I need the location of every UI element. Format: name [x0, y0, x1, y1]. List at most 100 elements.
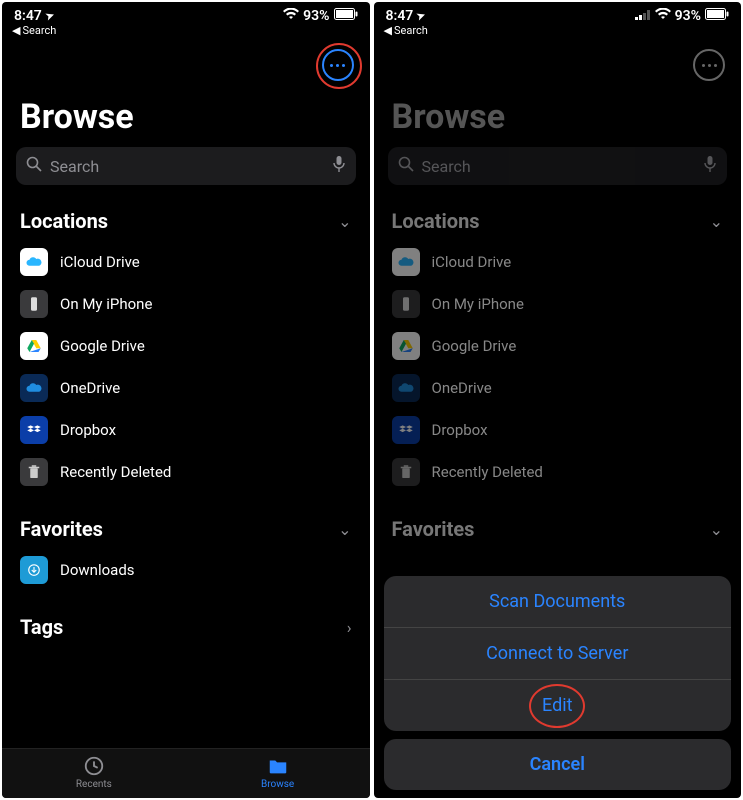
list-item-label: Google Drive — [432, 337, 517, 355]
onedrive-icon — [392, 374, 420, 402]
ellipsis-icon — [702, 64, 717, 67]
list-item-label: OneDrive — [60, 379, 120, 397]
favorites-label: Favorites — [392, 517, 475, 541]
chevron-down-icon: ⌄ — [710, 212, 723, 231]
wifi-icon — [655, 8, 671, 24]
back-label: Search — [394, 24, 428, 37]
battery-icon — [334, 8, 358, 24]
status-time: 8:47 — [386, 8, 414, 24]
sheet-scan-documents[interactable]: Scan Documents — [384, 576, 732, 627]
battery-percent: 93% — [675, 8, 701, 24]
search-icon — [398, 156, 414, 176]
location-dropbox[interactable]: Dropbox — [2, 409, 370, 451]
list-item-label: Google Drive — [60, 337, 145, 355]
list-item-label: On My iPhone — [432, 295, 524, 313]
battery-percent: 93% — [303, 8, 329, 24]
downloads-folder-icon — [20, 556, 48, 584]
search-input — [422, 157, 696, 176]
search-input[interactable] — [50, 157, 324, 176]
sheet-edit-label: Edit — [542, 695, 572, 716]
onedrive-icon — [20, 374, 48, 402]
action-sheet-cancel-group: Cancel — [384, 739, 732, 790]
action-sheet-group: Scan Documents Connect to Server Edit — [384, 576, 732, 731]
page-title: Browse — [374, 87, 742, 147]
location-google-drive[interactable]: Google Drive — [2, 325, 370, 367]
icloud-icon — [392, 248, 420, 276]
list-item-label: iCloud Drive — [60, 253, 140, 271]
dropbox-icon — [20, 416, 48, 444]
location-onedrive: OneDrive — [374, 367, 742, 409]
favorites-header: Favorites ⌄ — [374, 509, 742, 549]
status-bar: 8:47 ➤ 93% — [374, 2, 742, 24]
page-title: Browse — [2, 87, 370, 147]
dropbox-icon — [392, 416, 420, 444]
list-item-label: Dropbox — [60, 421, 116, 439]
chevron-down-icon: ⌄ — [338, 520, 351, 539]
list-item-label: Downloads — [60, 561, 135, 579]
search-bar[interactable] — [16, 147, 356, 185]
tab-bar: Recents Browse — [2, 748, 370, 798]
location-recently-deleted: Recently Deleted — [374, 451, 742, 493]
back-to-search[interactable]: ◀ Search — [374, 24, 742, 41]
mic-icon — [703, 155, 717, 177]
chevron-down-icon: ⌄ — [710, 520, 723, 539]
chevron-right-icon: › — [347, 618, 352, 637]
status-bar: 8:47 ➤ 93% — [2, 2, 370, 24]
sheet-edit[interactable]: Edit — [384, 679, 732, 731]
locations-label: Locations — [392, 209, 480, 233]
location-icon: ➤ — [416, 9, 428, 22]
mic-icon[interactable] — [332, 155, 346, 177]
locations-header: Locations ⌄ — [374, 201, 742, 241]
search-bar — [388, 147, 728, 185]
tags-label: Tags — [20, 615, 63, 639]
tab-browse[interactable]: Browse — [186, 749, 370, 798]
more-button[interactable] — [693, 49, 725, 81]
tab-label: Recents — [76, 779, 112, 790]
back-to-search[interactable]: ◀ Search — [2, 24, 370, 41]
wifi-icon — [283, 8, 299, 24]
locations-label: Locations — [20, 209, 108, 233]
google-drive-icon — [392, 332, 420, 360]
list-item-label: Recently Deleted — [60, 463, 171, 481]
sheet-cancel[interactable]: Cancel — [384, 739, 732, 790]
battery-icon — [705, 8, 729, 24]
action-sheet: Scan Documents Connect to Server Edit Ca… — [384, 576, 732, 790]
trash-icon — [20, 458, 48, 486]
location-recently-deleted[interactable]: Recently Deleted — [2, 451, 370, 493]
folder-icon — [265, 755, 291, 777]
iphone-icon — [20, 290, 48, 318]
iphone-icon — [392, 290, 420, 318]
location-google-drive: Google Drive — [374, 325, 742, 367]
status-time: 8:47 — [14, 8, 42, 24]
phone-screenshot-right: 8:47 ➤ 93% ◀ Search Browse — [374, 2, 742, 798]
sheet-connect-to-server[interactable]: Connect to Server — [384, 627, 732, 679]
list-item-label: OneDrive — [432, 379, 492, 397]
location-on-my-iphone[interactable]: On My iPhone — [2, 283, 370, 325]
search-icon — [26, 156, 42, 176]
list-item-label: On My iPhone — [60, 295, 152, 313]
favorite-downloads[interactable]: Downloads — [2, 549, 370, 591]
google-drive-icon — [20, 332, 48, 360]
location-icloud-drive: iCloud Drive — [374, 241, 742, 283]
locations-header[interactable]: Locations ⌄ — [2, 201, 370, 241]
icloud-icon — [20, 248, 48, 276]
location-dropbox: Dropbox — [374, 409, 742, 451]
list-item-label: iCloud Drive — [432, 253, 512, 271]
location-icloud-drive[interactable]: iCloud Drive — [2, 241, 370, 283]
signal-icon — [635, 8, 651, 24]
location-onedrive[interactable]: OneDrive — [2, 367, 370, 409]
favorites-header[interactable]: Favorites ⌄ — [2, 509, 370, 549]
favorites-label: Favorites — [20, 517, 103, 541]
location-icon: ➤ — [44, 9, 56, 22]
location-on-my-iphone: On My iPhone — [374, 283, 742, 325]
tab-label: Browse — [261, 779, 294, 790]
list-item-label: Dropbox — [432, 421, 488, 439]
list-item-label: Recently Deleted — [432, 463, 543, 481]
chevron-down-icon: ⌄ — [338, 212, 351, 231]
tags-header[interactable]: Tags › — [2, 607, 370, 647]
more-button[interactable] — [322, 49, 354, 81]
back-chevron-icon: ◀ — [384, 24, 392, 37]
tab-recents[interactable]: Recents — [2, 749, 186, 798]
phone-screenshot-left: 8:47 ➤ 93% ◀ Search Browse — [2, 2, 370, 798]
back-label: Search — [22, 24, 56, 37]
